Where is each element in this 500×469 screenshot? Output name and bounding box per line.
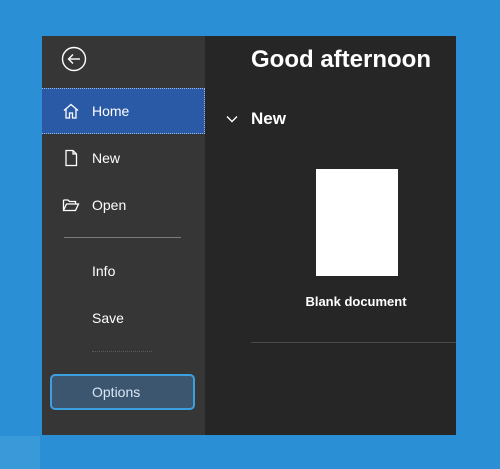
sidebar-item-label: Options	[92, 384, 141, 400]
sidebar-item-options[interactable]: Options	[50, 374, 195, 410]
sidebar-item-new[interactable]: New	[42, 135, 205, 181]
page-title: Good afternoon	[251, 46, 431, 73]
section-divider	[251, 342, 456, 343]
sidebar-item-label: Info	[92, 263, 116, 279]
sidebar-divider	[64, 237, 181, 238]
sidebar-item-label: Save	[92, 310, 124, 326]
sidebar-item-info[interactable]: Info	[42, 248, 205, 294]
home-icon	[62, 102, 80, 120]
sidebar-item-home[interactable]: Home	[42, 88, 205, 134]
main-content: Good afternoon New Blank document	[205, 36, 456, 435]
open-folder-icon	[62, 196, 80, 214]
back-arrow-circle-icon	[61, 46, 87, 77]
background-patch	[0, 436, 40, 469]
section-title: New	[251, 109, 286, 128]
sidebar-item-label: Open	[92, 197, 127, 213]
template-label: Blank document	[305, 294, 407, 309]
hidden-sidebar-item	[92, 351, 152, 354]
sidebar-item-label: New	[92, 150, 121, 166]
sidebar-item-open[interactable]: Open	[42, 182, 205, 228]
back-button[interactable]	[61, 46, 87, 77]
blank-document-template[interactable]: Blank document	[301, 168, 411, 318]
template-thumbnail	[316, 169, 398, 276]
new-section-header[interactable]: New	[225, 106, 286, 132]
chevron-down-icon	[225, 112, 239, 126]
sidebar-item-save[interactable]: Save	[42, 295, 205, 341]
backstage-sidebar: Home New Open Info Save Options	[42, 36, 205, 435]
sidebar-item-label: Home	[92, 103, 130, 119]
new-document-icon	[62, 149, 80, 167]
app-window: Home New Open Info Save Options Good aft…	[42, 36, 456, 435]
